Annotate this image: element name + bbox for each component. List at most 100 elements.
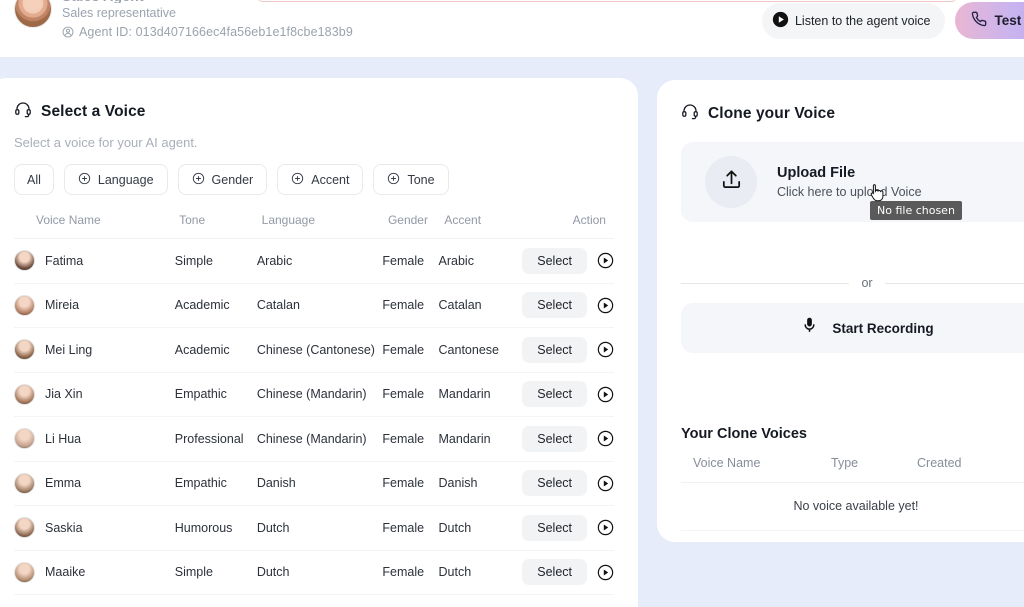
play-preview-icon[interactable] [597, 564, 614, 581]
play-preview-icon[interactable] [597, 341, 614, 358]
voice-language-cell: Catalan [257, 298, 383, 312]
separator-line-right [885, 283, 1024, 284]
or-separator: or [681, 276, 1024, 290]
select-voice-button[interactable]: Select [522, 559, 587, 585]
voices-table-header: Voice Name Tone Language Gender Accent A… [14, 213, 614, 239]
separator-line-left [681, 283, 849, 284]
play-preview-icon[interactable] [597, 475, 614, 492]
clone-voices-table-header: Voice Name Type Created [681, 456, 1024, 483]
select-voice-button[interactable]: Select [522, 337, 587, 363]
voice-tone-cell: Academic [175, 343, 257, 357]
select-voice-button[interactable]: Select [522, 470, 587, 496]
clone-voice-title: Clone your Voice [708, 105, 835, 123]
start-recording-button[interactable]: Start Recording [681, 303, 1024, 353]
avatar [14, 428, 35, 449]
table-row[interactable]: Li HuaProfessionalChinese (Mandarin)Fema… [14, 417, 614, 462]
avatar [14, 295, 35, 316]
voice-name-cell: Maaike [14, 562, 175, 583]
voice-language-cell: Chinese (Mandarin) [257, 432, 383, 446]
play-preview-icon[interactable] [597, 519, 614, 536]
filter-chip-language[interactable]: Language [64, 164, 168, 195]
filter-chip-tone[interactable]: Tone [373, 164, 448, 195]
top-header-bar: Sales Agent Sales representative Agent I… [0, 0, 1024, 57]
voice-gender-cell: Female [382, 432, 438, 446]
voice-tone-cell: Humorous [175, 521, 257, 535]
voice-language-cell: Chinese (Cantonese) [257, 343, 383, 357]
app-root: Sales Agent Sales representative Agent I… [0, 0, 1024, 607]
id-badge-icon [62, 26, 74, 38]
listen-agent-voice-button[interactable]: Listen to the agent voice [762, 3, 945, 39]
filter-chip-all[interactable]: All [14, 164, 54, 195]
table-row[interactable]: SaskiaHumorousDutchFemaleDutchSelect [14, 506, 614, 551]
phone-icon [971, 11, 987, 30]
filter-chip-gender[interactable]: Gender [178, 164, 268, 195]
select-voice-card: Select a Voice Select a voice for your A… [0, 78, 638, 607]
voice-tone-cell: Empathic [175, 476, 257, 490]
table-row[interactable]: Mei Ling AcademicChinese (Cantonese)Femal… [14, 328, 614, 373]
clone-column-created: Created [917, 456, 1007, 470]
agent-id: Agent ID: 013d407166ec4fa56eb1e1f8cbe183… [62, 25, 353, 39]
voice-language-cell: Arabic [257, 254, 383, 268]
voice-accent-cell: Dutch [439, 565, 523, 579]
voice-action-cell: Select [522, 515, 614, 541]
voice-action-cell: Select [522, 381, 614, 407]
voice-tone-cell: Simple [175, 254, 257, 268]
table-row[interactable]: EmmaEmpathicDanishFemaleDanishSelect [14, 462, 614, 507]
voice-name-text: Maaike [45, 565, 85, 579]
plus-circle-icon [78, 172, 91, 188]
column-gender: Gender [388, 213, 444, 227]
filter-chip-tone-label: Tone [407, 173, 434, 187]
create-from-upload-row: Cre [681, 236, 1024, 267]
voice-gender-cell: Female [382, 387, 438, 401]
create-from-recording-row: Cre [681, 367, 1024, 398]
select-voice-button[interactable]: Select [522, 426, 587, 452]
play-preview-icon[interactable] [597, 430, 614, 447]
clone-voices-list-title: Your Clone Voices [681, 426, 1024, 442]
separator-label: or [861, 276, 872, 290]
voice-name-cell: Emma [14, 473, 175, 494]
voice-name-text: Mei Ling [45, 343, 92, 357]
select-voice-button[interactable]: Select [522, 381, 587, 407]
agent-avatar [14, 0, 52, 28]
test-with-phone-button[interactable]: Test with p [955, 2, 1024, 39]
filter-chip-accent[interactable]: Accent [277, 164, 363, 195]
play-preview-icon[interactable] [597, 297, 614, 314]
play-preview-icon[interactable] [597, 252, 614, 269]
voice-name-cell: Saskia [14, 517, 175, 538]
voice-name-cell: Jia Xin [14, 384, 175, 405]
clone-column-type: Type [831, 456, 917, 470]
plus-circle-icon [387, 172, 400, 188]
play-preview-icon[interactable] [597, 386, 614, 403]
table-row[interactable]: Jia XinEmpathicChinese (Mandarin)FemaleM… [14, 373, 614, 418]
voice-gender-cell: Female [382, 343, 438, 357]
avatar [14, 517, 35, 538]
select-voice-button[interactable]: Select [522, 292, 587, 318]
voice-language-cell: Danish [257, 476, 383, 490]
voice-language-cell: Dutch [257, 565, 383, 579]
select-voice-button[interactable]: Select [522, 515, 587, 541]
voice-name-cell: Fatima [14, 250, 175, 271]
upload-title: Upload File [777, 165, 922, 181]
voice-tone-cell: Empathic [175, 387, 257, 401]
voice-accent-cell: Arabic [439, 254, 523, 268]
filter-chip-accent-label: Accent [311, 173, 349, 187]
avatar [14, 250, 35, 271]
header-actions: Listen to the agent voice Test with p [762, 2, 1024, 39]
voice-name-text: Li Hua [45, 432, 81, 446]
play-icon [772, 11, 789, 31]
voice-filter-chips: All Language Gender Accent [14, 164, 624, 195]
select-voice-button[interactable]: Select [522, 248, 587, 274]
voice-accent-cell: Danish [439, 476, 523, 490]
clone-voice-card: Clone your Voice Upload File Click here … [657, 80, 1024, 542]
voice-action-cell: Select [522, 337, 614, 363]
voice-action-cell: Select [522, 470, 614, 496]
upload-file-dropzone[interactable]: Upload File Click here to upload Voice [681, 142, 1024, 222]
table-row[interactable]: MaaikeSimpleDutchFemaleDutchSelect [14, 551, 614, 596]
table-row[interactable]: MireiaAcademicCatalanFemaleCatalanSelect [14, 284, 614, 329]
voice-accent-cell: Dutch [439, 521, 523, 535]
agent-summary: Sales Agent Sales representative Agent I… [14, 0, 353, 39]
file-input-tooltip: No file chosen [870, 201, 962, 220]
table-row[interactable]: FatimaSimpleArabicFemaleArabicSelect [14, 239, 614, 284]
mouse-cursor-pointer [869, 183, 885, 203]
clone-voice-header: Clone your Voice [681, 102, 1024, 125]
